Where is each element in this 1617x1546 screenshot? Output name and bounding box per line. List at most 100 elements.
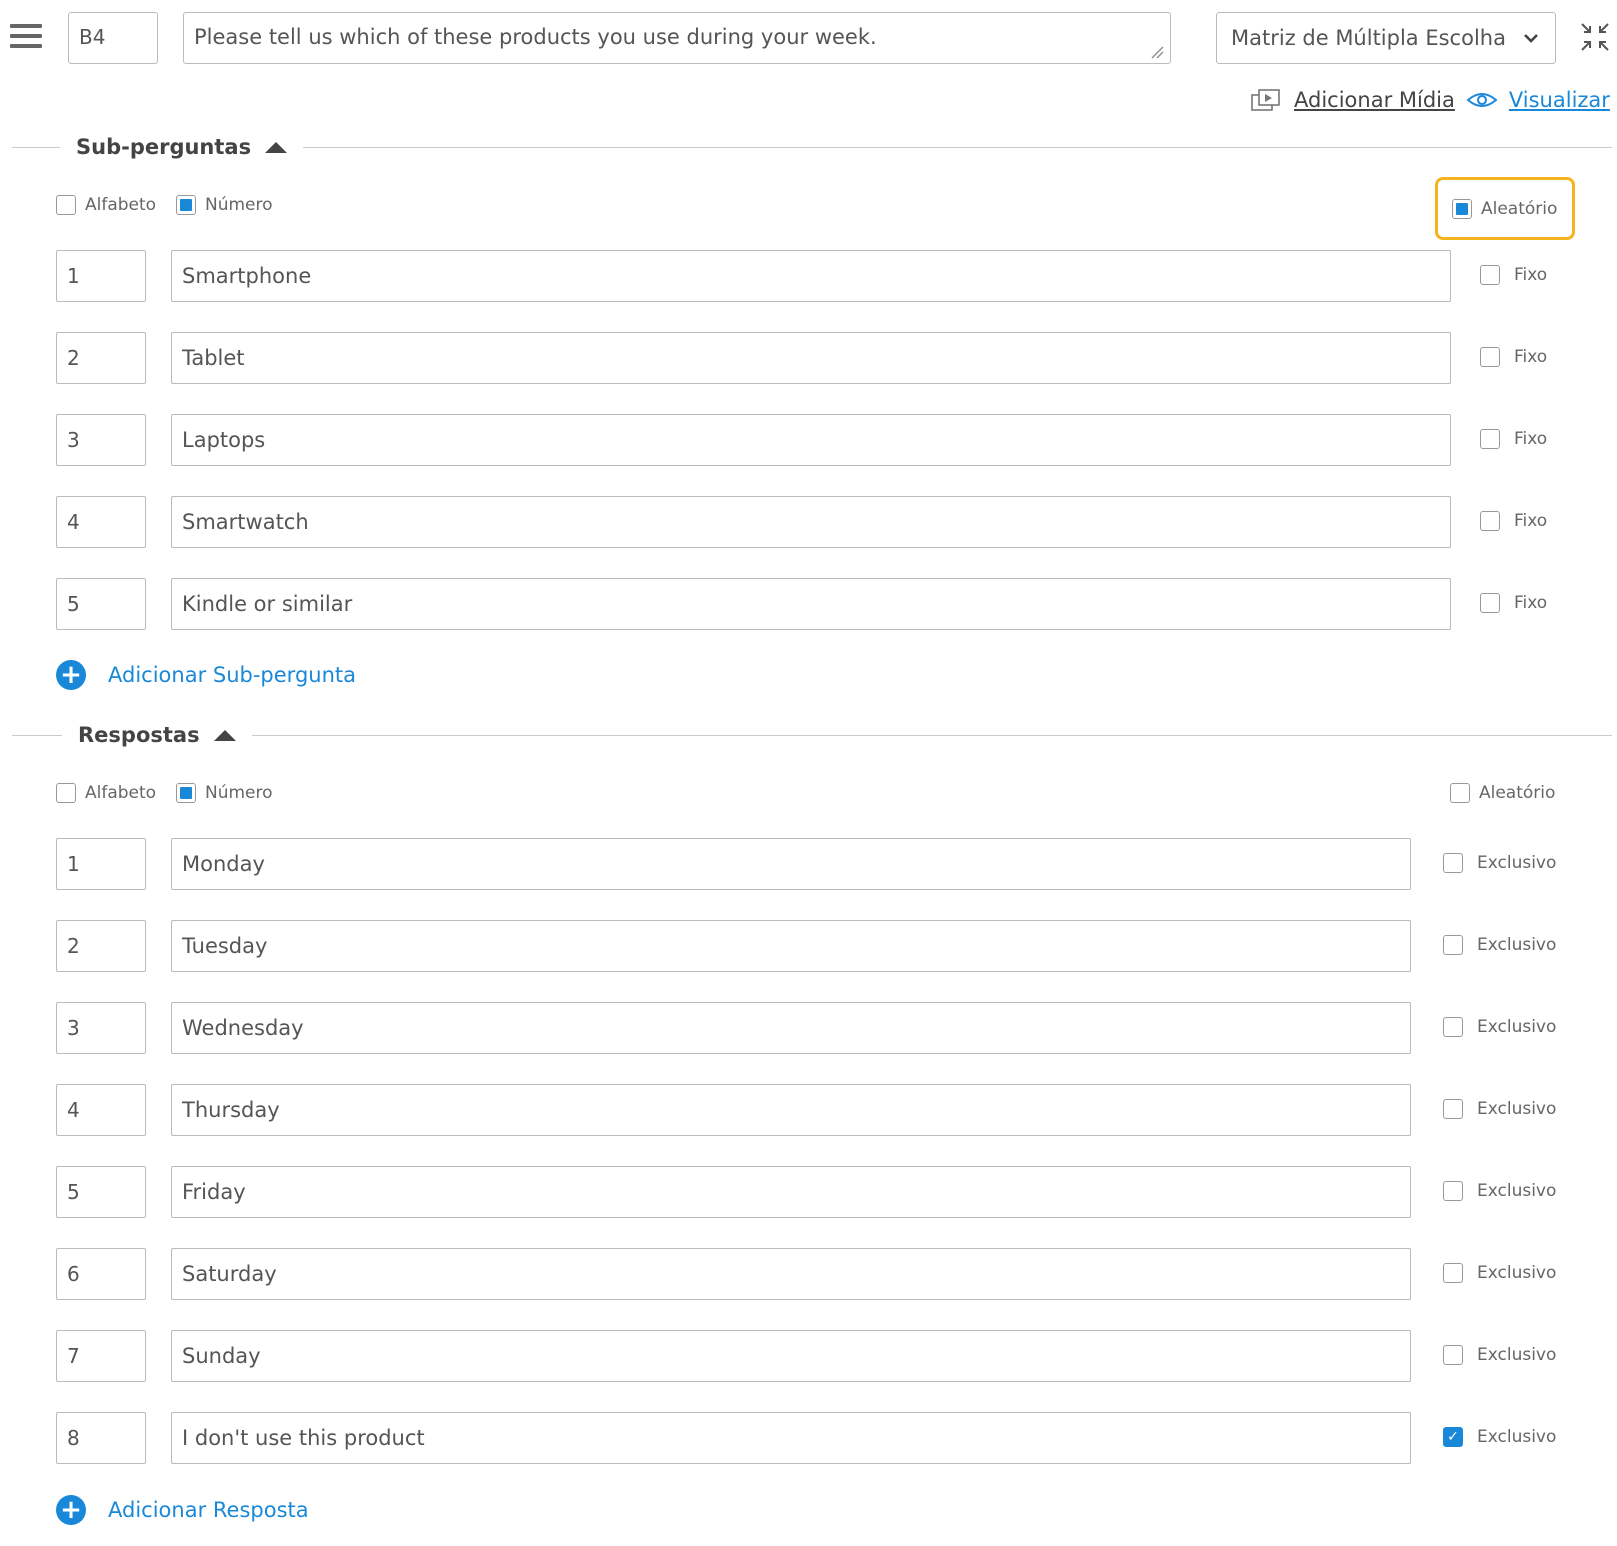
answer-text-input[interactable]: Sunday <box>171 1330 1411 1382</box>
subquestions-header[interactable]: Sub-perguntas <box>60 132 304 162</box>
subq-alphabet-option[interactable]: Alfabeto <box>56 195 156 215</box>
answer-exclusive-option[interactable]: Exclusivo <box>1443 1181 1556 1201</box>
menu-icon[interactable] <box>10 24 42 48</box>
subq-text-input[interactable]: Tablet <box>171 332 1451 384</box>
section-divider <box>12 735 1612 736</box>
subq-fixed-option[interactable]: Fixo <box>1480 429 1547 449</box>
answer-text-input[interactable]: Monday <box>171 838 1411 890</box>
answer-exclusive-option[interactable]: Exclusivo <box>1443 853 1556 873</box>
subq-text-input[interactable]: Laptops <box>171 414 1451 466</box>
subq-fixed-checkbox[interactable] <box>1480 347 1500 367</box>
answer-exclusive-checkbox[interactable] <box>1443 1263 1463 1283</box>
subq-random-checkbox[interactable] <box>1452 198 1472 219</box>
question-type-value: Matriz de Múltipla Escolha <box>1231 26 1506 50</box>
subq-number-input[interactable]: 5 <box>56 578 146 630</box>
collapse-icon[interactable] <box>1578 20 1612 54</box>
answer-number-input[interactable]: 3 <box>56 1002 146 1054</box>
ans-alphabet-checkbox[interactable] <box>56 783 76 803</box>
answer-text-input[interactable]: Saturday <box>171 1248 1411 1300</box>
media-actions: Adicionar Mídia Visualizar <box>1250 84 1610 116</box>
ans-alphabet-label: Alfabeto <box>85 783 157 803</box>
subq-random-label: Aleatório <box>1481 198 1558 219</box>
subq-number-input[interactable]: 2 <box>56 332 146 384</box>
answer-exclusive-option[interactable]: Exclusivo <box>1443 935 1556 955</box>
answer-exclusive-label: Exclusivo <box>1477 1181 1557 1201</box>
ans-number-checkbox[interactable] <box>176 783 196 803</box>
answers-header[interactable]: Respostas <box>62 720 252 750</box>
ans-number-option[interactable]: Número <box>176 783 273 803</box>
answer-exclusive-option[interactable]: Exclusivo <box>1443 1263 1556 1283</box>
answer-text-input[interactable]: Thursday <box>171 1084 1411 1136</box>
ans-number-label: Número <box>205 783 273 803</box>
answer-number-input[interactable]: 8 <box>56 1412 146 1464</box>
subq-fixed-label: Fixo <box>1514 265 1548 285</box>
subq-fixed-option[interactable]: Fixo <box>1480 511 1547 531</box>
ans-random-option[interactable]: Aleatório <box>1450 783 1555 803</box>
answer-number-input[interactable]: 6 <box>56 1248 146 1300</box>
add-answer-label: Adicionar Resposta <box>108 1498 309 1522</box>
answer-exclusive-option[interactable]: Exclusivo <box>1443 1099 1556 1119</box>
answer-exclusive-option[interactable]: ✓ Exclusivo <box>1443 1427 1556 1447</box>
ans-random-checkbox[interactable] <box>1450 783 1470 803</box>
question-text-input[interactable]: Please tell us which of these products y… <box>183 12 1171 64</box>
subq-text-input[interactable]: Smartwatch <box>171 496 1451 548</box>
answer-text-input[interactable]: Wednesday <box>171 1002 1411 1054</box>
subq-number-option[interactable]: Número <box>176 195 273 215</box>
subq-number-input[interactable]: 1 <box>56 250 146 302</box>
subq-text-input[interactable]: Kindle or similar <box>171 578 1451 630</box>
chevron-down-icon <box>1524 34 1538 43</box>
add-subquestion-button[interactable]: + Adicionar Sub-pergunta <box>56 660 356 690</box>
subq-fixed-option[interactable]: Fixo <box>1480 265 1547 285</box>
subq-random-option[interactable]: Aleatório <box>1435 177 1575 240</box>
question-type-select[interactable]: Matriz de Múltipla Escolha <box>1216 12 1556 64</box>
subq-fixed-option[interactable]: Fixo <box>1480 347 1547 367</box>
eye-icon <box>1466 93 1498 107</box>
answer-number-input[interactable]: 4 <box>56 1084 146 1136</box>
answer-exclusive-checkbox[interactable] <box>1443 853 1463 873</box>
answer-exclusive-label: Exclusivo <box>1477 1099 1557 1119</box>
answer-text-input[interactable]: Friday <box>171 1166 1411 1218</box>
subq-alphabet-checkbox[interactable] <box>56 195 76 215</box>
add-answer-button[interactable]: + Adicionar Resposta <box>56 1495 309 1525</box>
answer-exclusive-checkbox[interactable]: ✓ <box>1443 1427 1463 1447</box>
subq-text-input[interactable]: Smartphone <box>171 250 1451 302</box>
answer-number-input[interactable]: 1 <box>56 838 146 890</box>
ans-alphabet-option[interactable]: Alfabeto <box>56 783 156 803</box>
answer-exclusive-label: Exclusivo <box>1477 1017 1557 1037</box>
subq-fixed-checkbox[interactable] <box>1480 511 1500 531</box>
subq-number-checkbox[interactable] <box>176 195 196 215</box>
answer-exclusive-checkbox[interactable] <box>1443 1099 1463 1119</box>
subq-fixed-checkbox[interactable] <box>1480 593 1500 613</box>
answer-exclusive-label: Exclusivo <box>1477 853 1557 873</box>
subq-number-input[interactable]: 3 <box>56 414 146 466</box>
answer-exclusive-option[interactable]: Exclusivo <box>1443 1017 1556 1037</box>
subq-fixed-label: Fixo <box>1514 429 1548 449</box>
resize-grip-icon[interactable] <box>1150 45 1164 59</box>
plus-circle-icon: + <box>56 660 86 690</box>
subq-fixed-label: Fixo <box>1514 593 1548 613</box>
answer-exclusive-checkbox[interactable] <box>1443 1017 1463 1037</box>
answer-exclusive-checkbox[interactable] <box>1443 935 1463 955</box>
question-text: Please tell us which of these products y… <box>194 25 877 49</box>
answer-text-input[interactable]: Tuesday <box>171 920 1411 972</box>
subq-fixed-checkbox[interactable] <box>1480 265 1500 285</box>
media-icon <box>1251 89 1280 111</box>
subq-alphabet-label: Alfabeto <box>85 195 157 215</box>
collapse-triangle-icon <box>265 141 288 153</box>
answer-number-input[interactable]: 7 <box>56 1330 146 1382</box>
answer-exclusive-label: Exclusivo <box>1477 1263 1557 1283</box>
subq-fixed-option[interactable]: Fixo <box>1480 593 1547 613</box>
answer-text-input[interactable]: I don't use this product <box>171 1412 1411 1464</box>
answer-exclusive-checkbox[interactable] <box>1443 1345 1463 1365</box>
answer-number-input[interactable]: 2 <box>56 920 146 972</box>
subq-number-input[interactable]: 4 <box>56 496 146 548</box>
subq-fixed-checkbox[interactable] <box>1480 429 1500 449</box>
plus-circle-icon: + <box>56 1495 86 1525</box>
preview-link[interactable]: Visualizar <box>1509 88 1610 112</box>
answer-exclusive-checkbox[interactable] <box>1443 1181 1463 1201</box>
add-media-link[interactable]: Adicionar Mídia <box>1294 88 1455 112</box>
answers-title: Respostas <box>78 723 200 747</box>
answer-exclusive-option[interactable]: Exclusivo <box>1443 1345 1556 1365</box>
question-code-input[interactable]: B4 <box>68 12 158 64</box>
answer-number-input[interactable]: 5 <box>56 1166 146 1218</box>
